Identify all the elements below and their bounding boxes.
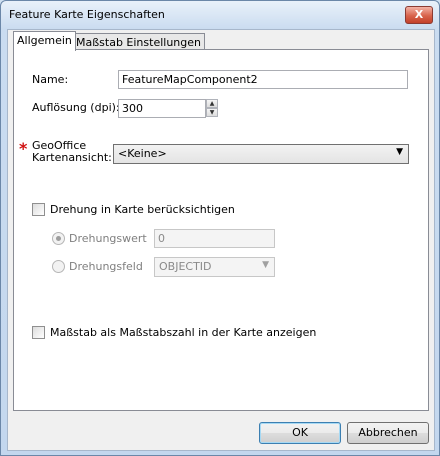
tab-allgemein[interactable]: Allgemein (13, 31, 76, 51)
required-icon: * (19, 139, 28, 158)
title-bar[interactable]: Feature Karte Eigenschaften X (1, 1, 439, 29)
spin-up-button[interactable]: ▲ (206, 99, 218, 108)
rotation-field-selected-value: OBJECTID (159, 260, 212, 273)
spin-down-button[interactable]: ▼ (206, 108, 218, 117)
resolution-input[interactable]: 300 (118, 99, 206, 118)
scale-checkbox-label[interactable]: Maßstab als Maßstabszahl in der Karte an… (50, 326, 316, 339)
dialog-window: Feature Karte Eigenschaften X Allgemein … (0, 0, 440, 456)
tab-panel-allgemein: Name: FeatureMapComponent2 Auflösung (dp… (13, 49, 429, 411)
close-icon: X (414, 8, 424, 21)
ok-button[interactable]: OK (259, 422, 341, 444)
window-title: Feature Karte Eigenschaften (9, 8, 165, 21)
dialog-client-area: Allgemein Maßstab Einstellungen Name: Fe… (7, 29, 435, 451)
name-input[interactable]: FeatureMapComponent2 (118, 70, 408, 89)
map-view-selected-value: <Keine> (118, 147, 167, 160)
rotation-field-radio[interactable] (52, 260, 65, 273)
chevron-down-icon: ▼ (262, 260, 269, 270)
rotation-value-radio[interactable] (52, 232, 65, 245)
geooffice-label-line2: Kartenansicht: (32, 151, 112, 164)
close-button[interactable]: X (405, 6, 433, 24)
scale-checkbox[interactable] (32, 326, 45, 339)
rotation-checkbox-label[interactable]: Drehung in Karte berücksichtigen (50, 203, 235, 216)
rotation-field-label: Drehungsfeld (69, 260, 143, 273)
name-label: Name: (32, 73, 69, 86)
map-view-dropdown[interactable]: <Keine> ▼ (113, 144, 409, 164)
rotation-value-label: Drehungswert (69, 232, 147, 245)
radio-selected-dot (56, 236, 61, 241)
chevron-down-icon: ▼ (396, 147, 403, 157)
rotation-value-input[interactable]: 0 (154, 229, 275, 248)
resolution-label: Auflösung (dpi): (32, 101, 120, 114)
resolution-spinner: ▲ ▼ (206, 99, 218, 118)
rotation-field-dropdown[interactable]: OBJECTID ▼ (154, 257, 275, 277)
rotation-checkbox[interactable] (32, 203, 45, 216)
cancel-button[interactable]: Abbrechen (347, 422, 429, 444)
